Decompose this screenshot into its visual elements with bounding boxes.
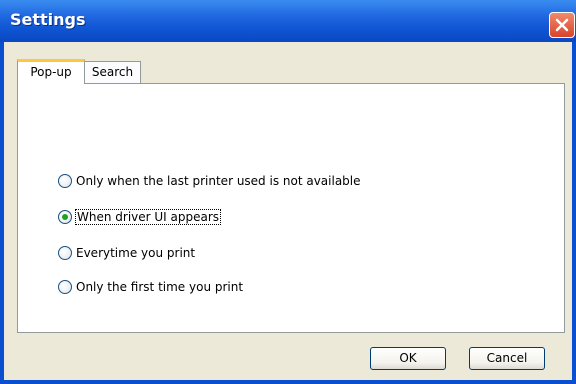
radio-label: Everytime you print (76, 246, 196, 260)
window-title: Settings (10, 10, 86, 29)
radio-button[interactable] (58, 246, 72, 260)
cancel-button[interactable]: Cancel (469, 347, 545, 370)
tab-search[interactable]: Search (84, 61, 141, 83)
tab-pop-up[interactable]: Pop-up (17, 59, 85, 84)
radio-option-last-printer-unavailable[interactable]: Only when the last printer used is not a… (58, 172, 361, 190)
title-bar[interactable]: Settings (0, 0, 576, 42)
ok-button[interactable]: OK (370, 347, 446, 370)
radio-option-everytime[interactable]: Everytime you print (58, 244, 195, 262)
radio-selected-dot (62, 214, 68, 220)
radio-option-driver-ui-appears[interactable]: When driver UI appears (58, 208, 222, 226)
settings-dialog: Settings Pop-up Search Only when the las… (0, 0, 576, 384)
radio-label: Only when the last printer used is not a… (76, 174, 361, 188)
radio-label: Only the first time you print (76, 280, 244, 294)
tab-panel-pop-up: Only when the last printer used is not a… (17, 83, 565, 333)
radio-button-selected[interactable] (58, 210, 72, 224)
radio-button[interactable] (58, 280, 72, 294)
radio-label: When driver UI appears (74, 209, 222, 225)
radio-button[interactable] (58, 174, 72, 188)
radio-option-first-time[interactable]: Only the first time you print (58, 278, 243, 296)
close-button[interactable] (549, 12, 575, 38)
dialog-body: Pop-up Search Only when the last printer… (4, 42, 572, 380)
close-icon (555, 18, 569, 32)
